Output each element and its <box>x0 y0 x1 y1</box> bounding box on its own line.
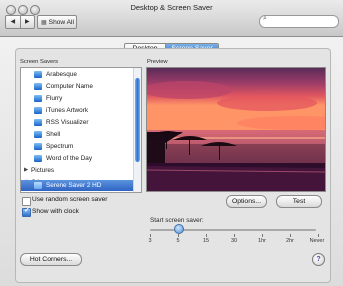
list-item-word-of-the-day[interactable]: Word of the Day <box>21 153 133 164</box>
slider-tick <box>234 234 235 237</box>
back-forward-buttons: ◀ ▶ <box>5 15 35 29</box>
show-all-label: Show All <box>48 18 74 26</box>
screen-saver-icon <box>34 131 42 138</box>
tick-label-2hr: 2hr <box>286 238 294 244</box>
slider-tick <box>178 234 179 237</box>
preferences-window: Desktop & Screen Saver ◀ ▶ ▦ Show All ⌕ … <box>0 0 343 286</box>
screen-saver-icon <box>34 155 42 162</box>
screen-saver-icon <box>34 143 42 150</box>
show-all-button[interactable]: ▦ Show All <box>37 15 77 29</box>
list-item-itunes-artwork[interactable]: iTunes Artwork <box>21 105 133 116</box>
list-scrollbar[interactable] <box>133 68 141 192</box>
screen-saver-icon <box>34 182 42 189</box>
tick-label-never: Never <box>309 238 325 244</box>
screen-saver-icon <box>34 71 42 78</box>
options-button[interactable]: Options... <box>226 195 267 208</box>
tick-label-30: 30 <box>230 238 238 244</box>
slider-tick <box>262 234 263 237</box>
list-item-spectrum[interactable]: Spectrum <box>21 141 133 152</box>
forward-button[interactable]: ▶ <box>19 16 35 28</box>
test-button[interactable]: Test <box>276 195 322 208</box>
list-item-flurry[interactable]: Flurry <box>21 93 133 104</box>
tick-label-1hr: 1hr <box>258 238 266 244</box>
screen-saver-icon <box>34 83 42 90</box>
screen-savers-heading: Screen Savers <box>20 59 59 65</box>
list-item-shell[interactable]: Shell <box>21 129 133 140</box>
window-title: Desktop & Screen Saver <box>130 3 213 12</box>
list-group-pictures[interactable]: ▶ Pictures <box>21 165 133 176</box>
scrollbar-thumb[interactable] <box>135 78 140 162</box>
tick-label-3: 3 <box>148 238 152 244</box>
random-saver-checkbox[interactable] <box>22 197 31 206</box>
start-saver-slider-knob[interactable] <box>174 224 184 234</box>
search-field[interactable]: ⌕ <box>259 15 339 28</box>
slider-tick <box>206 234 207 237</box>
list-item-computer-name[interactable]: Computer Name <box>21 81 133 92</box>
grid-icon: ▦ <box>41 19 47 26</box>
preview-heading: Preview <box>147 59 168 65</box>
checkmark-icon: ✓ <box>24 207 30 214</box>
screen-saver-icon <box>34 95 42 102</box>
tick-label-5: 5 <box>176 238 180 244</box>
help-button[interactable]: ? <box>312 253 325 266</box>
screen-saver-icon <box>34 107 42 114</box>
sunset-preview-image <box>147 68 325 191</box>
disclosure-triangle-icon[interactable]: ▶ <box>24 165 28 176</box>
list-item-rss-visualizer[interactable]: RSS Visualizer <box>21 117 133 128</box>
screen-saver-list[interactable]: Arabesque Computer Name Flurry iTunes Ar… <box>20 67 142 193</box>
list-item-arabesque[interactable]: Arabesque <box>21 69 133 80</box>
tick-label-15: 15 <box>202 238 210 244</box>
show-clock-checkbox[interactable]: ✓ <box>22 207 31 217</box>
slider-tick <box>150 234 151 237</box>
random-saver-label: Use random screen saver <box>32 196 108 203</box>
slider-tick <box>290 234 291 237</box>
slider-tick <box>318 234 319 237</box>
screen-saver-icon <box>34 119 42 126</box>
show-clock-label: Show with clock <box>32 208 79 215</box>
search-icon: ⌕ <box>263 15 267 22</box>
list-item-serene-saver-2-hd[interactable]: Serene Saver 2 HD <box>21 180 133 191</box>
title-bar: Desktop & Screen Saver ◀ ▶ ▦ Show All ⌕ <box>0 0 343 37</box>
back-button[interactable]: ◀ <box>6 16 20 28</box>
preview-pane <box>146 67 326 192</box>
hot-corners-button[interactable]: Hot Corners... <box>20 253 82 266</box>
start-saver-label: Start screen saver: <box>150 217 204 224</box>
